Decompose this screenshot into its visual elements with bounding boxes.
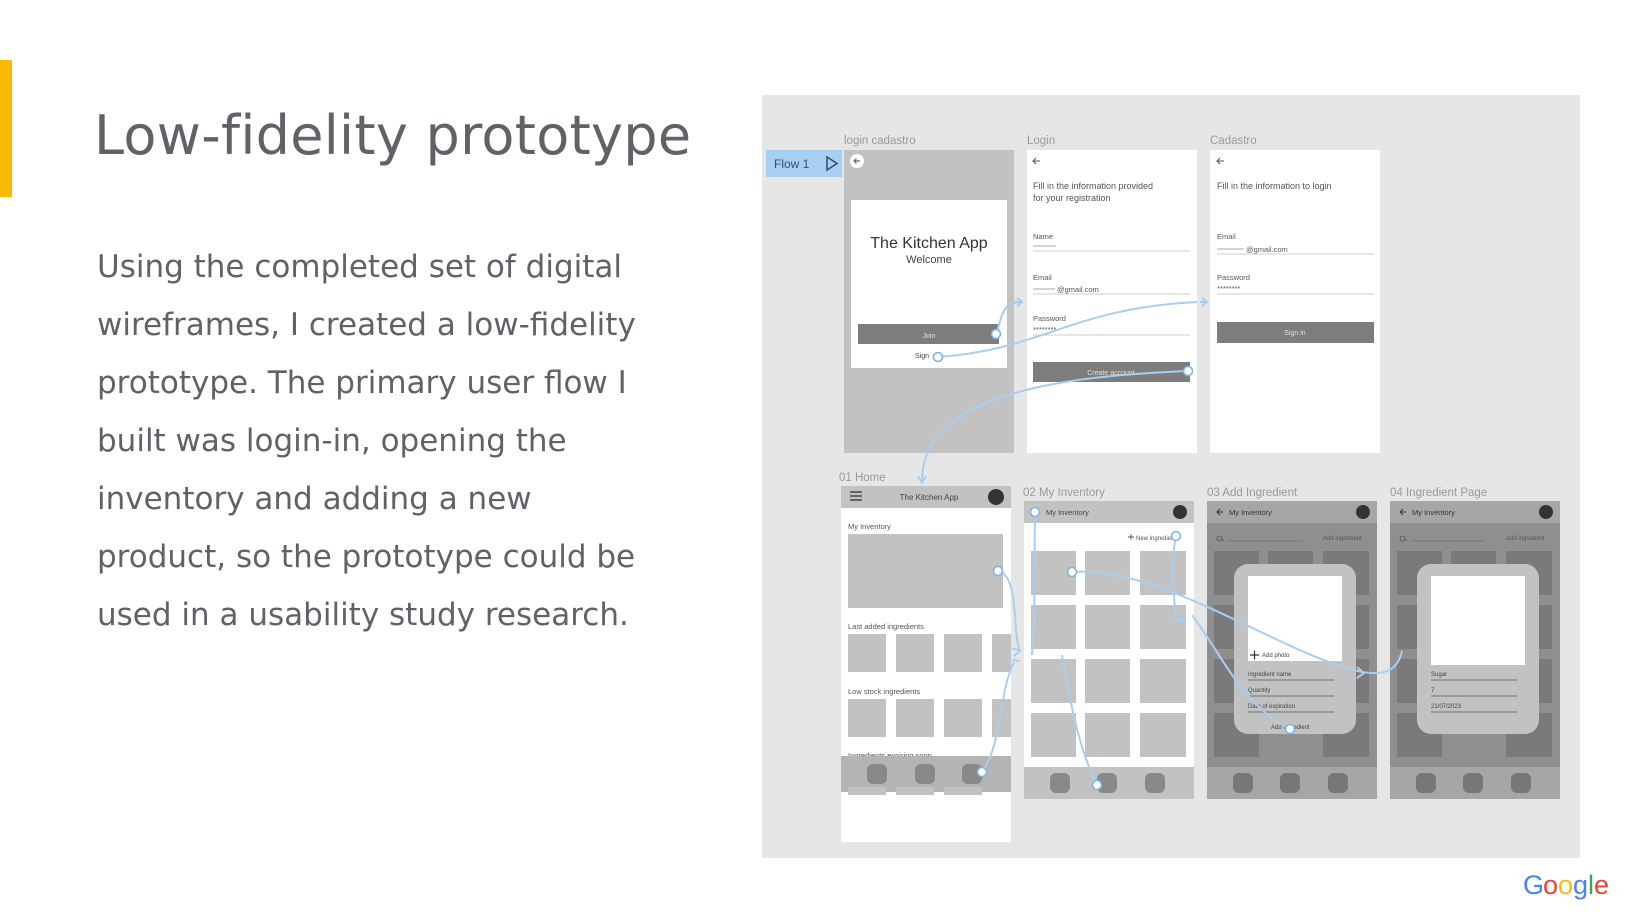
screen-label-login: Login (1027, 135, 1055, 147)
screen-label-login-cadastro: login cadastro (844, 135, 916, 147)
screen-label-ingredient-page: 04 Ingredient Page (1390, 487, 1487, 499)
add-header-title: My Inventory (1229, 508, 1272, 517)
inventory-header-title: My Inventory (1046, 508, 1089, 517)
avatar[interactable] (988, 489, 1004, 505)
screen-label-cadastro: Cadastro (1210, 135, 1257, 147)
svg-text:o: o (1543, 870, 1558, 900)
ingredient-header-title: My Inventory (1412, 508, 1455, 517)
svg-text:e: e (1594, 870, 1608, 900)
last-added-heading: Last added ingredients (848, 622, 924, 631)
cadastro-instruction: Fill in the information to login (1217, 181, 1332, 191)
screen-my-inventory: My Inventory New ingredient (1024, 501, 1194, 799)
flow-start-badge[interactable]: Flow 1 (766, 150, 842, 177)
add-ingredient-action[interactable]: Add ingredient (1323, 536, 1362, 542)
sign-link[interactable]: Sign (915, 353, 929, 360)
screen-home: The Kitchen App My Inventory Last added … (841, 486, 1011, 842)
email-value: @gmail.com (1246, 245, 1288, 254)
flow-label: Flow 1 (774, 157, 810, 171)
screen-login: Fill in the information provided for you… (1027, 150, 1197, 453)
screen-label-my-inventory: 02 My Inventory (1023, 487, 1105, 499)
screen-cadastro: Fill in the information to login Email @… (1210, 150, 1380, 453)
password-label: Password (1217, 273, 1250, 282)
login-instruction-2: for your registration (1033, 193, 1111, 203)
new-ingredient-link[interactable]: New ingredient (1136, 536, 1176, 542)
google-logo: G o o g l e (1523, 870, 1608, 900)
low-stock-heading: Low stock ingredients (848, 687, 920, 696)
nav-buttons[interactable] (1050, 773, 1165, 793)
my-inventory-heading: My Inventory (848, 522, 891, 531)
svg-text:g: g (1573, 870, 1588, 900)
login-instruction-1: Fill in the information provided (1033, 181, 1153, 191)
avatar[interactable] (1539, 505, 1553, 519)
email-label: Email (1033, 273, 1052, 282)
avatar[interactable] (1356, 505, 1370, 519)
slide-title: Low-fidelity prototype (94, 104, 692, 167)
nav-buttons[interactable] (867, 764, 982, 784)
home-header-title: The Kitchen App (900, 493, 959, 502)
slide-body: Using the completed set of digital wiref… (97, 249, 636, 633)
sign-in-label: Sign in (1284, 330, 1306, 337)
field-ingredient-name[interactable]: Ingredient name (1248, 672, 1292, 678)
avatar[interactable] (1173, 505, 1187, 519)
password-value: ******** (1217, 284, 1240, 293)
ingredient-date-value: 21/07/2023 (1431, 704, 1462, 710)
ingredient-name-value: Sugar (1431, 672, 1447, 678)
svg-text:G: G (1523, 870, 1544, 900)
name-label: Name (1033, 232, 1053, 241)
password-value: ******** (1033, 325, 1056, 334)
app-name: The Kitchen App (870, 235, 988, 252)
screen-ingredient-page: My Inventory Add ingredient Sugar 7 21/0… (1390, 501, 1560, 799)
ingredient-photo (1431, 576, 1525, 665)
add-photo-label: Add photo (1262, 653, 1290, 659)
email-value: @gmail.com (1057, 285, 1099, 294)
accent-bar (0, 60, 12, 197)
nav-buttons[interactable] (1233, 773, 1348, 793)
password-label: Password (1033, 314, 1066, 323)
add-ingredient-action[interactable]: Add ingredient (1506, 536, 1545, 542)
svg-text:o: o (1558, 870, 1573, 900)
screen-label-home: 01 Home (839, 472, 886, 484)
field-quantity[interactable]: Quantity (1248, 688, 1270, 694)
prototype-canvas: login cadastro Login Cadastro 01 Home 02… (762, 95, 1580, 858)
inventory-card[interactable] (848, 534, 1003, 608)
email-label: Email (1217, 232, 1236, 241)
welcome-text: Welcome (906, 254, 952, 266)
field-expiration[interactable]: Date of expiration (1248, 704, 1295, 710)
screen-label-add-ingredient: 03 Add Ingredient (1207, 487, 1298, 499)
screen-add-ingredient: My Inventory Add ingredient Add photo In… (1207, 501, 1377, 799)
screen-login-cadastro: The Kitchen App Welcome Join Sign (844, 150, 1014, 453)
join-button-label: Join (923, 333, 936, 340)
nav-buttons[interactable] (1416, 773, 1531, 793)
